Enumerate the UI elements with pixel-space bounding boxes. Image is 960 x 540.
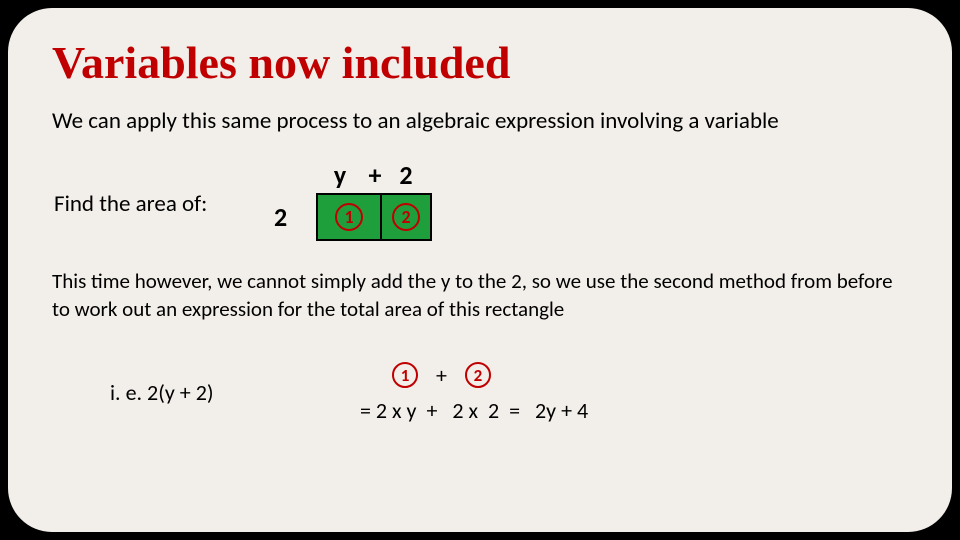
calc-line-1: 1 + 2: [360, 362, 588, 389]
badge-2: 2: [465, 362, 491, 388]
slide: Variables now included We can apply this…: [8, 8, 952, 532]
term-1: = 2 x y: [360, 397, 417, 424]
figure-row: Find the area of: 2 y + 2 1 2: [52, 159, 908, 249]
top-y: y: [316, 159, 364, 191]
side-length: 2: [274, 201, 287, 233]
region-2-badge: 2: [392, 203, 420, 231]
plus-sign: +: [436, 362, 447, 389]
region-1: 1: [316, 193, 380, 241]
term-2: + 2 x 2: [427, 397, 500, 424]
bottom-row: i. e. 2(y + 2) 1 + 2 = 2 x y + 2 x 2 = 2…: [52, 362, 908, 424]
top-labels: y + 2: [316, 159, 426, 191]
slide-title: Variables now included: [52, 36, 908, 89]
intro-text: We can apply this same process to an alg…: [52, 107, 908, 135]
region-1-badge: 1: [335, 203, 363, 231]
badge-1: 1: [392, 362, 418, 388]
region-2: 2: [380, 193, 432, 241]
area-figure: 2 y + 2 1 2: [304, 159, 464, 249]
top-2: 2: [386, 159, 426, 191]
calculation: 1 + 2 = 2 x y + 2 x 2 = 2y + 4: [360, 362, 588, 424]
result: = 2y + 4: [509, 397, 588, 424]
find-label: Find the area of:: [54, 190, 294, 218]
explanation-text: This time however, we cannot simply add …: [52, 267, 908, 324]
ie-expression: i. e. 2(y + 2): [110, 379, 360, 406]
top-plus: +: [364, 159, 386, 191]
calc-line-2: = 2 x y + 2 x 2 = 2y + 4: [360, 397, 588, 424]
rectangle: 1 2: [316, 193, 432, 241]
